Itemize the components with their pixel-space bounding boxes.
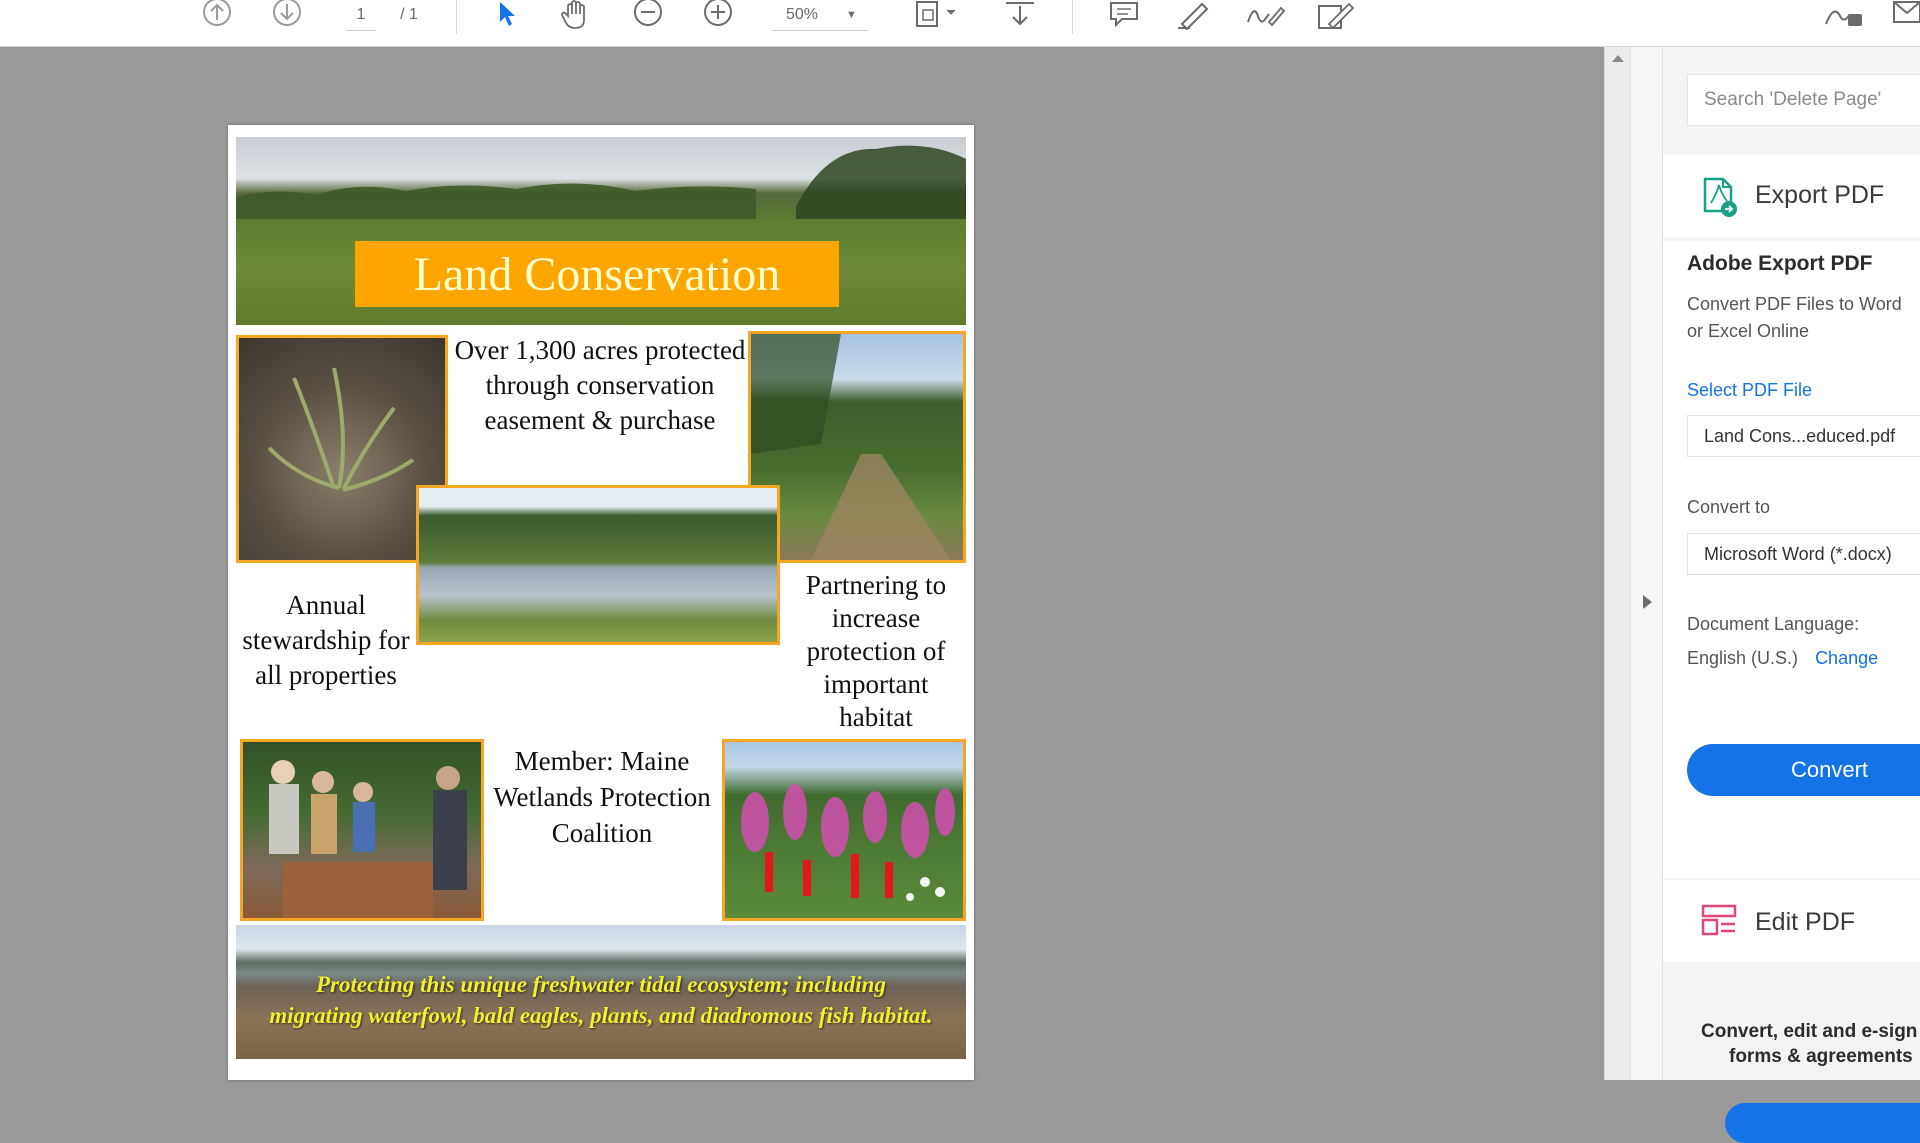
page-total: / 1 [400,6,418,23]
promo-button[interactable] [1725,1103,1920,1143]
tools-pane: Search 'Delete Page' Export PDF Adobe Ex… [1662,47,1920,1143]
share-icon[interactable] [1820,0,1866,30]
export-description-line1: Convert PDF Files to Word [1687,294,1902,314]
convert-format-select[interactable]: Microsoft Word (*.docx) [1687,533,1920,575]
zoom-level-value: 50% [786,6,819,23]
scroll-mode-icon[interactable] [1000,0,1040,30]
zoom-out-icon[interactable] [630,0,666,30]
convert-to-label: Convert to [1687,497,1771,517]
export-heading: Adobe Export PDF [1687,252,1873,275]
edit-pdf-tool[interactable]: Edit PDF [1663,880,1920,962]
zoom-level-dropdown[interactable]: 50% ▼ [772,0,868,31]
toolbar-divider [456,0,457,34]
select-pdf-file-link[interactable]: Select PDF File [1687,380,1812,401]
tools-search-input[interactable]: Search 'Delete Page' [1687,74,1920,126]
toolbar: 1 / 1 50% ▼ [0,0,1920,47]
change-language-link[interactable]: Change [1815,648,1878,668]
partnering-text: Partnering to increase protection of imp… [805,570,947,732]
export-pdf-icon [1701,177,1739,222]
river-photo [416,485,780,645]
highlight-icon[interactable] [1174,0,1214,30]
trail-photo [748,331,966,563]
pdf-page: Land Conservation Over 1,300 acres prote… [228,125,974,1080]
document-language-value: English (U.S.) [1687,648,1799,668]
select-cursor-icon[interactable] [490,0,524,30]
toolbar-divider [1072,0,1073,34]
selected-file-field[interactable]: Land Cons...educed.pdf [1687,415,1920,457]
export-pdf-tool[interactable]: Export PDF [1663,155,1920,237]
comment-icon[interactable] [1106,0,1142,30]
document-language-label: Document Language: [1687,614,1860,634]
chevron-down-icon: ▼ [846,9,857,21]
member-text: Member: Maine Wetlands Protection Coalit… [493,746,711,848]
page-number-input[interactable]: 1 [346,0,376,31]
scroll-up-arrow-icon[interactable] [1612,55,1624,62]
next-page-icon[interactable] [270,0,304,30]
export-description-line2: or Excel Online [1687,321,1810,341]
stewardship-text: Annual stewardship for all properties [242,590,410,690]
pane-collapse-strip [1630,47,1663,1080]
email-icon[interactable] [1890,0,1920,30]
edit-pdf-icon [1701,904,1737,945]
promo-text-line1: Convert, edit and e-sign [1701,1021,1918,1042]
prev-page-icon[interactable] [200,0,234,30]
document-language-row: English (U.S.) Change [1687,648,1878,669]
sign-icon[interactable] [1244,0,1286,30]
footer-caption: Protecting this unique freshwater tidal … [269,972,933,1028]
page-fit-icon[interactable] [912,0,964,30]
people-photo [240,739,484,921]
edit-text-icon[interactable] [1314,0,1356,30]
convert-button[interactable]: Convert [1687,744,1920,796]
promo-text-line2: forms & agreements [1729,1046,1913,1067]
zoom-in-icon[interactable] [700,0,736,30]
acres-text: Over 1,300 acres protected through conse… [454,335,746,435]
document-title: Land Conservation [355,241,839,307]
expand-pane-arrow-icon[interactable] [1643,595,1652,609]
hand-tool-icon[interactable] [558,0,596,30]
wildflowers-photo [722,739,966,921]
convert-button-label: Convert [1791,757,1869,782]
vertical-scrollbar[interactable] [1604,47,1631,1080]
export-pdf-label: Export PDF [1755,181,1885,209]
edit-pdf-label: Edit PDF [1755,908,1856,936]
